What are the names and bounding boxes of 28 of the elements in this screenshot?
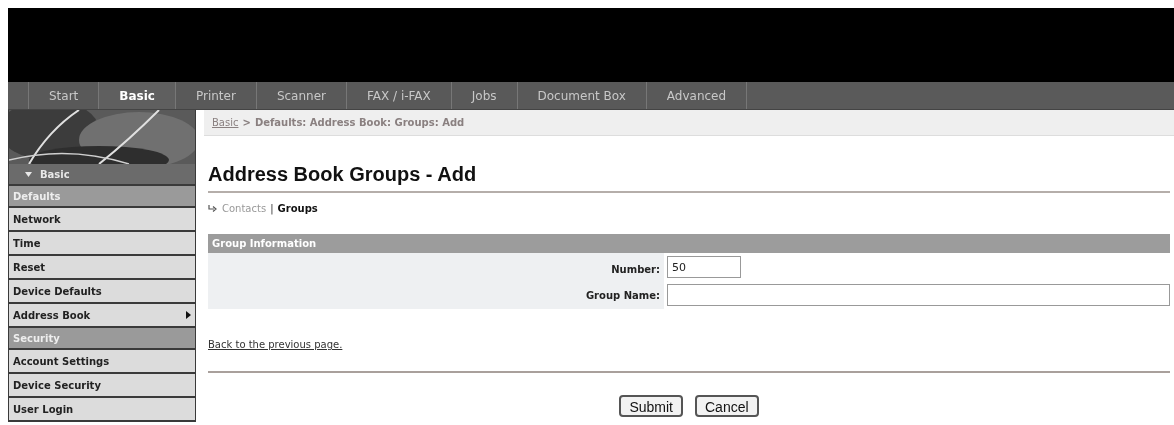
nav-tab[interactable]: Basic: [98, 82, 175, 109]
subnav-link[interactable]: Groups: [277, 201, 318, 216]
text-field[interactable]: 50: [667, 256, 741, 278]
section-header: Group Information: [208, 234, 1170, 253]
sidebar-item[interactable]: User Login: [9, 398, 195, 422]
page-title: Address Book Groups - Add: [208, 162, 1170, 193]
sidebar-item[interactable]: Account Settings: [9, 350, 195, 374]
sidebar-header[interactable]: Basic: [9, 164, 195, 186]
sidebar-item[interactable]: Network: [9, 208, 195, 232]
field-label: Group Name:: [585, 288, 660, 303]
sidebar-item[interactable]: Time: [9, 232, 195, 256]
back-link[interactable]: Back to the previous page.: [208, 339, 343, 350]
sidebar-item[interactable]: Device Security: [9, 374, 195, 398]
sidebar-header-label: Basic: [40, 167, 70, 182]
arrow-icon: [208, 205, 218, 212]
sidebar-section: Security: [9, 328, 195, 350]
caret-down-icon: [25, 171, 32, 177]
text-field[interactable]: [667, 284, 1170, 306]
sidebar-item[interactable]: Device Defaults: [9, 280, 195, 304]
sidebar-item[interactable]: Address Book: [9, 304, 195, 328]
sidebar-section: Defaults: [9, 186, 195, 208]
field-label: Number:: [611, 262, 660, 277]
subnav-separator: |: [270, 202, 274, 216]
sidebar-item[interactable]: Reset: [9, 256, 195, 280]
form-button[interactable]: Cancel: [695, 395, 759, 417]
form-button[interactable]: Submit: [619, 395, 683, 417]
breadcrumb-path: Defaults: Address Book: Groups: Add: [254, 116, 465, 130]
breadcrumb-separator: >: [242, 116, 251, 130]
